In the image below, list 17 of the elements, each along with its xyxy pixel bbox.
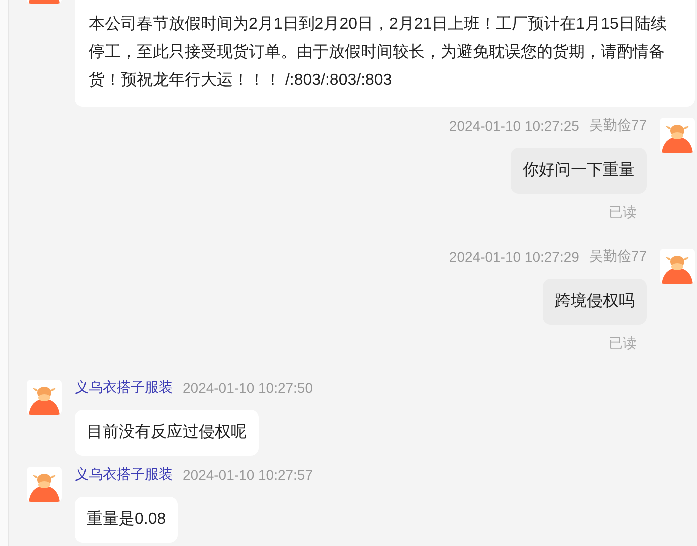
message-bubble: 你好问一下重量 bbox=[511, 148, 647, 194]
message-time: 2024-01-10 10:27:25 bbox=[449, 118, 580, 134]
message-time: 2024-01-10 10:27:29 bbox=[449, 249, 580, 265]
sender-name: 吴勤俭77 bbox=[589, 248, 647, 266]
message-bubble: 重量是0.08 bbox=[75, 497, 178, 543]
message-time: 2024-01-10 10:27:57 bbox=[183, 467, 313, 483]
read-status: 已读 bbox=[609, 204, 637, 222]
message-bubble: 目前没有反应过侵权呢 bbox=[75, 410, 259, 456]
read-status: 已读 bbox=[609, 335, 637, 353]
sender-name: 吴勤俭77 bbox=[589, 117, 647, 135]
bull-avatar-icon bbox=[27, 467, 62, 502]
message-time: 2024-01-10 10:27:50 bbox=[183, 380, 313, 396]
sender-name: 义乌衣搭子服装 bbox=[75, 379, 173, 397]
sender-name: 义乌衣搭子服装 bbox=[75, 466, 173, 484]
bull-avatar-icon bbox=[27, 380, 62, 415]
message-bubble: 本公司春节放假时间为2月1日到2月20日，2月21日上班！工厂预计在1月15日陆续停工，至此只接受现货订单。由于放假时间较长，为避免耽误您的货期，请酌情备货！预祝龙年行大运！！！ /:803/:803/:803 bbox=[75, 0, 695, 107]
message-bubble: 跨境侵权吗 bbox=[543, 279, 647, 325]
